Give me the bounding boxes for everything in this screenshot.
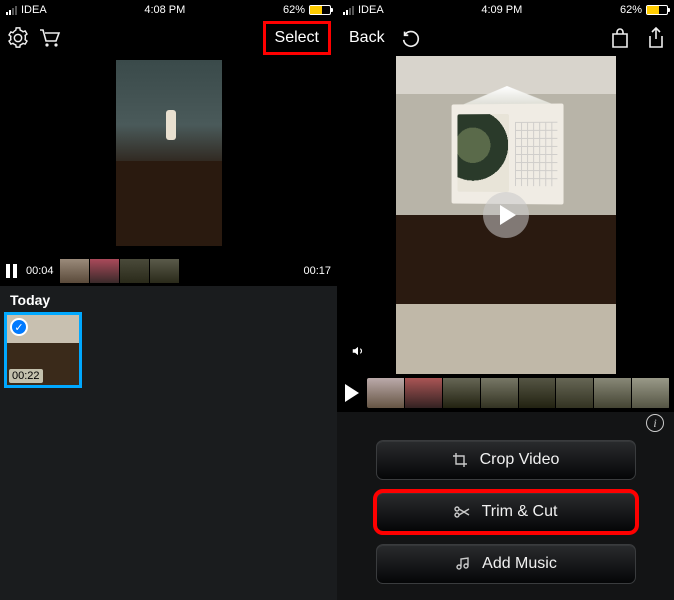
play-button[interactable]: [345, 384, 359, 402]
timeline-strip[interactable]: [367, 378, 670, 408]
timeline-thumbnails[interactable]: [60, 259, 180, 283]
bag-button[interactable]: [608, 26, 632, 50]
undo-icon: [400, 27, 422, 49]
back-button[interactable]: Back: [349, 29, 385, 47]
battery-icon: [309, 5, 331, 15]
duration-label: 00:17: [303, 265, 331, 277]
share-button[interactable]: [644, 26, 668, 50]
current-time: 00:04: [26, 265, 54, 277]
video-frame: [116, 60, 222, 246]
video-preview[interactable]: [0, 56, 337, 256]
gear-icon: [7, 27, 29, 49]
video-frame: [396, 56, 616, 374]
undo-button[interactable]: [399, 26, 423, 50]
status-bar: IDEA 4:09 PM 62%: [337, 0, 674, 20]
video-grid: ✓ 00:22: [0, 312, 337, 600]
section-header-today: Today: [0, 286, 337, 312]
settings-button[interactable]: [6, 26, 30, 50]
info-button[interactable]: i: [646, 414, 664, 432]
battery-percent: 62%: [283, 4, 305, 16]
signal-icon: [6, 6, 17, 15]
share-icon: [647, 27, 665, 49]
calendar-prop: [451, 104, 563, 205]
crop-video-button[interactable]: Crop Video: [376, 440, 636, 480]
action-list: i Crop Video Trim & Cut Add Music: [337, 412, 674, 584]
mute-button[interactable]: [345, 338, 371, 364]
crop-icon: [452, 452, 468, 468]
screen-edit-video: IDEA 4:09 PM 62% Back: [337, 0, 674, 600]
screen-select-videos: IDEA 4:08 PM 62%: [0, 0, 337, 600]
selected-check-icon: ✓: [10, 318, 28, 336]
nav-bar: Select: [0, 20, 337, 56]
cart-icon: [38, 27, 62, 49]
trim-cut-button[interactable]: Trim & Cut: [376, 492, 636, 532]
battery-percent: 62%: [620, 4, 642, 16]
play-button[interactable]: [483, 192, 529, 238]
timeline: [337, 374, 674, 412]
nav-bar: Back: [337, 20, 674, 56]
video-preview[interactable]: [337, 56, 674, 374]
clock-label: 4:09 PM: [481, 4, 522, 16]
carrier-label: IDEA: [21, 4, 47, 16]
clock-label: 4:08 PM: [144, 4, 185, 16]
scissors-icon: [454, 504, 470, 520]
carrier-label: IDEA: [358, 4, 384, 16]
speaker-icon: [351, 344, 365, 358]
playback-bar: 00:04 00:17: [0, 256, 337, 286]
select-button[interactable]: Select: [263, 21, 331, 55]
signal-icon: [343, 6, 354, 15]
store-button[interactable]: [38, 26, 62, 50]
status-bar: IDEA 4:08 PM 62%: [0, 0, 337, 20]
battery-icon: [646, 5, 668, 15]
bag-icon: [610, 27, 630, 49]
music-icon: [454, 556, 470, 572]
video-thumbnail[interactable]: ✓ 00:22: [4, 312, 82, 388]
add-music-button[interactable]: Add Music: [376, 544, 636, 584]
pause-button[interactable]: [6, 264, 20, 278]
thumbnail-duration: 00:22: [9, 369, 43, 383]
